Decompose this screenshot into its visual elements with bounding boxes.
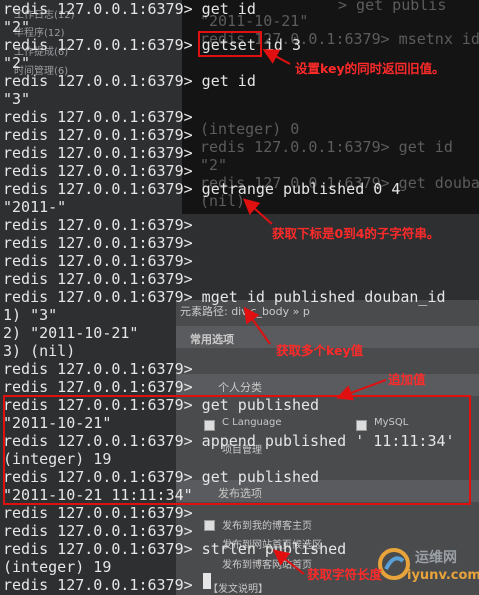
note-getset: 设置key的同时返回旧值。: [295, 61, 445, 76]
note-getrange: 获取下标是0到4的子字符串。: [272, 226, 440, 241]
arrow-getrange: [243, 198, 273, 225]
arrow-mget: [243, 306, 271, 345]
annotation-arrows: [243, 49, 387, 575]
arrow-strlen: [272, 549, 305, 575]
note-append: 追加值: [388, 372, 426, 387]
note-mget: 获取多个key值: [276, 343, 364, 358]
arrow-getset: [262, 49, 291, 65]
arrow-append: [336, 379, 387, 401]
note-strlen: 获取字符长度: [307, 567, 383, 582]
